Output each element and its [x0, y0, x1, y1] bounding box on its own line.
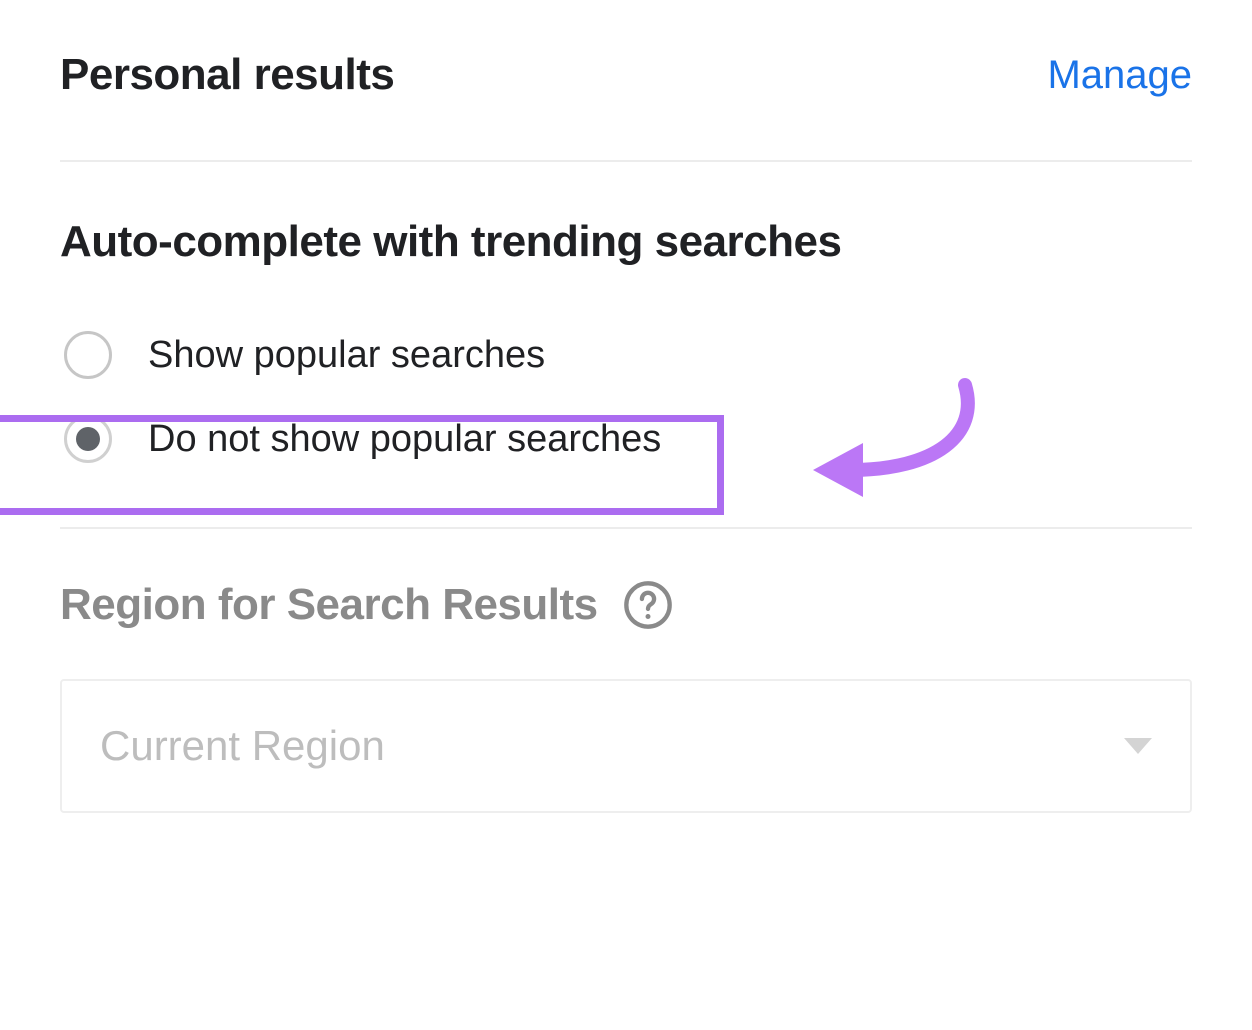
help-icon[interactable] — [622, 579, 674, 631]
personal-results-row: Personal results Manage — [60, 50, 1192, 100]
radio-button-icon — [64, 331, 112, 379]
radio-show-popular[interactable]: Show popular searches — [60, 322, 1192, 388]
radio-dot-icon — [76, 427, 100, 451]
region-section: Region for Search Results Current Region — [60, 529, 1192, 813]
radio-button-selected-icon — [64, 415, 112, 463]
region-select-value: Current Region — [100, 722, 385, 770]
region-header: Region for Search Results — [60, 579, 1192, 631]
autocomplete-radio-group: Show popular searches Do not show popula… — [60, 322, 1192, 472]
manage-link[interactable]: Manage — [1047, 53, 1192, 98]
autocomplete-section: Auto-complete with trending searches Sho… — [60, 162, 1192, 527]
personal-results-title: Personal results — [60, 50, 394, 100]
radio-do-not-show-popular[interactable]: Do not show popular searches — [60, 406, 1192, 472]
region-title: Region for Search Results — [60, 580, 598, 630]
radio-label-show: Show popular searches — [148, 334, 545, 377]
radio-label-do-not-show: Do not show popular searches — [148, 418, 661, 461]
autocomplete-title: Auto-complete with trending searches — [60, 217, 1192, 267]
chevron-down-icon — [1124, 738, 1152, 754]
region-select[interactable]: Current Region — [60, 679, 1192, 813]
